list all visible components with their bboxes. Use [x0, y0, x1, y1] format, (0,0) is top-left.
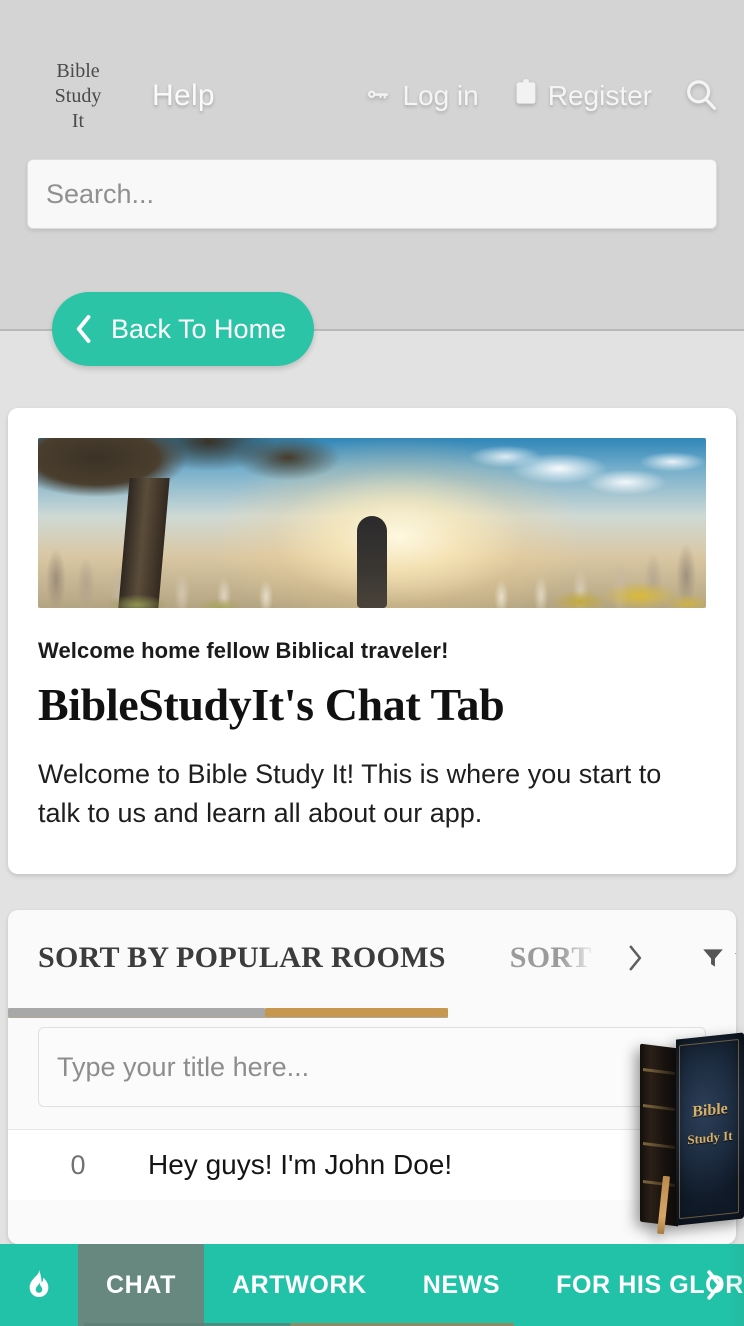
sort-next-chevron-button[interactable]	[626, 944, 644, 972]
hero-central-figure	[357, 516, 387, 608]
chevron-left-icon	[72, 314, 96, 344]
flame-icon	[26, 1269, 52, 1301]
nav-item-register-label: Register	[547, 80, 652, 111]
tab-chat-label: CHAT	[106, 1270, 176, 1299]
row-message-text: Hey guys! I'm John Doe!	[148, 1149, 453, 1180]
tabbar-next-button[interactable]	[694, 1244, 734, 1326]
site-logo-line-1: Bible	[56, 59, 100, 82]
search-icon	[682, 76, 720, 117]
search-input[interactable]	[28, 178, 716, 210]
chevron-right-icon	[707, 1270, 722, 1300]
welcome-eyebrow: Welcome home fellow Biblical traveler!	[38, 638, 449, 663]
scrollbar-segment-gray[interactable]	[8, 1008, 265, 1017]
key-icon	[363, 78, 393, 115]
site-logo[interactable]: Bible Study It	[30, 59, 126, 134]
flame-icon-button[interactable]	[0, 1244, 78, 1326]
book-cover-line-2: Study It	[687, 1127, 733, 1148]
tab-news[interactable]: NEWS	[395, 1244, 528, 1326]
scrollbar-segment-gold[interactable]	[265, 1008, 448, 1017]
header-right-nav: Log in Register	[329, 76, 744, 117]
nav-item-login[interactable]: Log in	[363, 78, 479, 115]
rooms-list-card: SORT BY POPULAR ROOMS SORT 0 Hey guys! I…	[8, 910, 736, 1244]
hero-foliage-left	[68, 568, 298, 608]
hero-flowers-right	[406, 554, 706, 608]
bottom-tab-bar: CHAT ARTWORK NEWS FOR HIS GLORY (PA	[0, 1244, 744, 1326]
search-field-wrapper[interactable]	[27, 159, 717, 229]
tab-artwork-label: ARTWORK	[231, 1270, 367, 1299]
title-input-wrapper	[8, 1005, 736, 1107]
tab-sort-by-popular-rooms[interactable]: SORT BY POPULAR ROOMS	[38, 941, 446, 975]
table-row[interactable]: 0 Hey guys! I'm John Doe!	[8, 1130, 736, 1200]
caret-down-icon	[734, 953, 736, 962]
filter-button[interactable]	[700, 945, 736, 971]
search-icon-button[interactable]	[682, 76, 720, 117]
book-cover-line-1: Bible	[692, 1100, 728, 1121]
book-cover: Bible Study It	[676, 1032, 744, 1226]
page-title: BibleStudyIt's Chat Tab	[38, 679, 505, 730]
hero-tree-canopy	[38, 438, 354, 563]
row-vote-count: 0	[70, 1149, 86, 1180]
tab-news-label: NEWS	[422, 1270, 501, 1299]
site-header: Bible Study It Help Log in Register Sear…	[0, 0, 744, 331]
funnel-icon	[700, 945, 726, 971]
chevron-right-icon	[629, 945, 641, 970]
welcome-body-text: Welcome to Bible Study It! This is where…	[38, 759, 662, 828]
nav-item-login-label: Log in	[402, 80, 479, 111]
horizontal-scrollbar[interactable]	[8, 1008, 736, 1018]
clipboard-icon	[513, 78, 539, 115]
sort-tabs-row: SORT BY POPULAR ROOMS SORT	[8, 910, 736, 1005]
nav-item-register[interactable]: Register	[513, 78, 652, 115]
site-logo-line-2: Study	[54, 84, 102, 107]
welcome-card: Welcome home fellow Biblical traveler! B…	[8, 408, 736, 874]
book-spine	[640, 1043, 678, 1227]
back-to-home-label: Back To Home	[111, 313, 287, 344]
tab-chat[interactable]: CHAT	[78, 1244, 204, 1326]
header-nav-bar: Bible Study It Help Log in Register	[0, 52, 744, 140]
hero-image	[38, 438, 706, 608]
room-title-input[interactable]	[38, 1027, 706, 1107]
back-to-home-button[interactable]: Back To Home	[52, 292, 315, 366]
bible-study-it-book-image: Bible Study It	[640, 1032, 744, 1235]
site-logo-line-3: It	[71, 109, 85, 132]
tab-artwork[interactable]: ARTWORK	[204, 1244, 395, 1326]
tab-sort[interactable]: SORT	[510, 941, 592, 975]
nav-item-help[interactable]: Help	[152, 79, 215, 113]
